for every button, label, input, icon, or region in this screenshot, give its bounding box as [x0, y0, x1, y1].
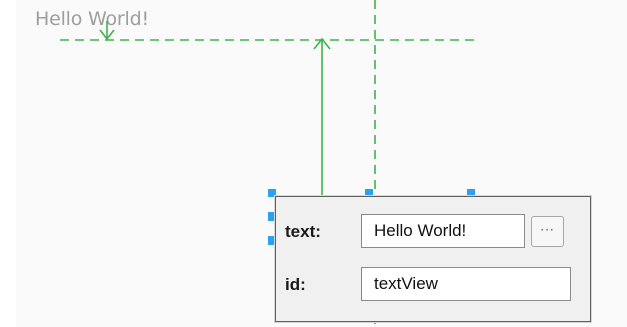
- text-property-row: text: ···: [276, 214, 590, 250]
- text-property-label: text:: [285, 222, 321, 241]
- more-dots-icon: ···: [540, 223, 555, 237]
- layout-editor-canvas[interactable]: Hello World! text: ··· id:: [0, 0, 627, 327]
- more-options-button[interactable]: ···: [531, 216, 564, 247]
- properties-popup: text: ··· id:: [275, 196, 591, 322]
- text-property-input[interactable]: [361, 214, 525, 248]
- id-property-row: id:: [276, 267, 590, 303]
- id-property-input[interactable]: [361, 267, 571, 301]
- id-property-label: id:: [285, 275, 306, 294]
